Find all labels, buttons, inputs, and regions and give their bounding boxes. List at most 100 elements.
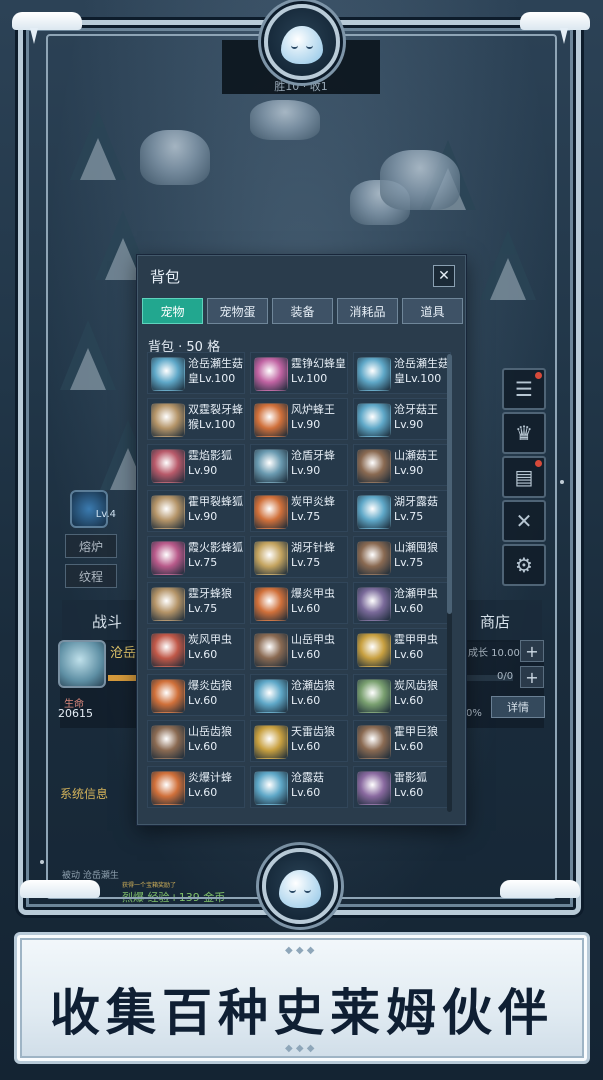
banner-title: 收集百种史莱姆伙伴 [50, 984, 554, 1042]
pet-level: Lv.60 [188, 694, 218, 707]
pet-icon [151, 587, 185, 621]
pet-info: 炭风齿狼 Lv.60 [394, 678, 451, 708]
pet-slot[interactable]: 霆牙蜂狼 Lv.75 [147, 582, 245, 624]
pet-info: 山岳齿狼 Lv.60 [188, 724, 246, 754]
pet-slot[interactable]: 风炉蜂王 Lv.90 [250, 398, 348, 440]
pet-name: 天雷齿狼 [291, 725, 335, 738]
pet-info: 爆炎齿狼 Lv.60 [188, 678, 246, 708]
pet-name: 沧瀬甲虫 [394, 587, 438, 600]
pet-info: 山瀬菇王 Lv.90 [394, 448, 451, 478]
pet-level: Lv.60 [394, 740, 424, 753]
pet-slot[interactable]: 沧瀬齿狼 Lv.60 [250, 674, 348, 716]
tab-consumables[interactable]: 消耗品 [337, 298, 398, 324]
pet-icon [357, 587, 391, 621]
pet-slot[interactable]: 沧岳瀬生菇皇Lv.100 [353, 352, 451, 394]
pet-name: 霆甲甲虫 [394, 633, 438, 646]
pet-icon [151, 495, 185, 529]
icicle [560, 28, 568, 44]
pet-grid: 沧岳瀬生菇皇Lv.100 霆铮幻蜂皇Lv.100 沧岳瀬生菇皇Lv.100 双霆裂牙蜂… [147, 352, 451, 814]
pet-slot[interactable]: 山瀬菇王 Lv.90 [353, 444, 451, 486]
promo-banner: ◆ ◆ ◆ ◆ ◆ ◆ 收集百种史莱姆伙伴 [14, 932, 590, 1064]
pet-name: 霆牙蜂狼 [188, 587, 232, 600]
pet-slot[interactable]: 炎爆计蜂 Lv.60 [147, 766, 245, 808]
pet-info: 山瀬囤狼 Lv.75 [394, 540, 451, 570]
icicle [30, 28, 38, 44]
pet-icon [151, 771, 185, 805]
pet-info: 霍甲裂蜂狐 Lv.90 [188, 494, 246, 524]
pet-icon [254, 495, 288, 529]
pet-info: 沧瀬甲虫 Lv.60 [394, 586, 451, 616]
pet-level: Lv.75 [291, 556, 321, 569]
slime-emblem-top [264, 4, 340, 80]
pet-slot[interactable]: 爆炎甲虫 Lv.60 [250, 582, 348, 624]
pet-info: 霆甲甲虫 Lv.60 [394, 632, 451, 662]
modal-title: 背包 [150, 268, 181, 286]
pet-slot[interactable]: 湖牙针蜂 Lv.75 [250, 536, 348, 578]
pet-icon [357, 541, 391, 575]
pet-name: 雷影狐 [394, 771, 427, 784]
pet-icon [151, 541, 185, 575]
pet-slot[interactable]: 雷影狐 Lv.60 [353, 766, 451, 808]
pet-icon [254, 449, 288, 483]
pet-slot[interactable]: 霆铮幻蜂皇 Lv.100 [250, 352, 348, 394]
pet-name: 风炉蜂王 [291, 403, 335, 416]
pet-slot[interactable]: 霍甲裂蜂狐 Lv.90 [147, 490, 245, 532]
pet-level: Lv.90 [291, 418, 321, 431]
pet-slot[interactable]: 霆甲甲虫 Lv.60 [353, 628, 451, 670]
snow-cap [500, 880, 580, 898]
tab-equipment[interactable]: 装备 [272, 298, 333, 324]
pet-slot[interactable]: 双霆裂牙蜂猴Lv.100 [147, 398, 245, 440]
pet-info: 天雷齿狼 Lv.60 [291, 724, 349, 754]
pet-slot[interactable]: 沧瀬甲虫 Lv.60 [353, 582, 451, 624]
pet-slot[interactable]: 山瀬囤狼 Lv.75 [353, 536, 451, 578]
pet-slot[interactable]: 湖牙露菇 Lv.75 [353, 490, 451, 532]
scrollbar[interactable] [447, 354, 452, 812]
pet-name: 炎爆计蜂 [188, 771, 232, 784]
pet-slot[interactable]: 炭甲炎蜂 Lv.75 [250, 490, 348, 532]
tab-pets[interactable]: 宠物 [142, 298, 203, 324]
pet-slot[interactable]: 天雷齿狼 Lv.60 [250, 720, 348, 762]
pet-slot[interactable]: 霆焰影狐 Lv.90 [147, 444, 245, 486]
pet-icon [357, 449, 391, 483]
pet-level: Lv.75 [394, 510, 424, 523]
backpack-modal: 背包 ✕ 宠物 宠物蛋 装备 消耗品 道具 背包 · 50 格 沧岳瀬生菇皇Lv… [137, 255, 466, 825]
pet-info: 霆牙蜂狼 Lv.75 [188, 586, 246, 616]
ornament: ◆ ◆ ◆ [285, 945, 315, 956]
slime-emblem-bottom [262, 848, 338, 924]
pet-level: Lv.60 [188, 786, 218, 799]
scroll-thumb[interactable] [447, 354, 452, 614]
pet-icon [151, 403, 185, 437]
pet-icon [254, 771, 288, 805]
pet-level: Lv.60 [394, 786, 424, 799]
pet-slot[interactable]: 炭风齿狼 Lv.60 [353, 674, 451, 716]
pet-icon [254, 725, 288, 759]
pet-info: 沧岳瀬生菇皇Lv.100 [394, 356, 451, 386]
pet-info: 炭甲炎蜂 Lv.75 [291, 494, 349, 524]
pet-icon [151, 679, 185, 713]
pet-info: 沧盾牙蜂 Lv.90 [291, 448, 349, 478]
pet-slot[interactable]: 山岳甲虫 Lv.60 [250, 628, 348, 670]
tab-items[interactable]: 道具 [402, 298, 463, 324]
pet-slot[interactable]: 沧露菇 Lv.60 [250, 766, 348, 808]
pet-slot[interactable]: 霍甲巨狼 Lv.60 [353, 720, 451, 762]
pet-level: Lv.100 [199, 418, 236, 431]
pet-slot[interactable]: 山岳齿狼 Lv.60 [147, 720, 245, 762]
pet-slot[interactable]: 爆炎齿狼 Lv.60 [147, 674, 245, 716]
pet-level: Lv.60 [394, 602, 424, 615]
pet-slot[interactable]: 沧盾牙蜂 Lv.90 [250, 444, 348, 486]
slime-icon [279, 870, 321, 909]
pet-level: Lv.75 [188, 602, 218, 615]
pet-name: 山岳甲虫 [291, 633, 335, 646]
slime-icon [281, 26, 323, 65]
pet-name: 沧盾牙蜂 [291, 449, 335, 462]
pet-slot[interactable]: 沧岳瀬生菇皇Lv.100 [147, 352, 245, 394]
pet-slot[interactable]: 霞火影蜂狐 Lv.75 [147, 536, 245, 578]
pet-slot[interactable]: 沧牙菇王 Lv.90 [353, 398, 451, 440]
close-button[interactable]: ✕ [433, 265, 455, 287]
pet-name: 沧露菇 [291, 771, 324, 784]
tab-pet-eggs[interactable]: 宠物蛋 [207, 298, 268, 324]
pet-slot[interactable]: 炭风甲虫 Lv.60 [147, 628, 245, 670]
pet-icon [151, 633, 185, 667]
pet-name: 湖牙露菇 [394, 495, 438, 508]
pet-info: 炎爆计蜂 Lv.60 [188, 770, 246, 800]
